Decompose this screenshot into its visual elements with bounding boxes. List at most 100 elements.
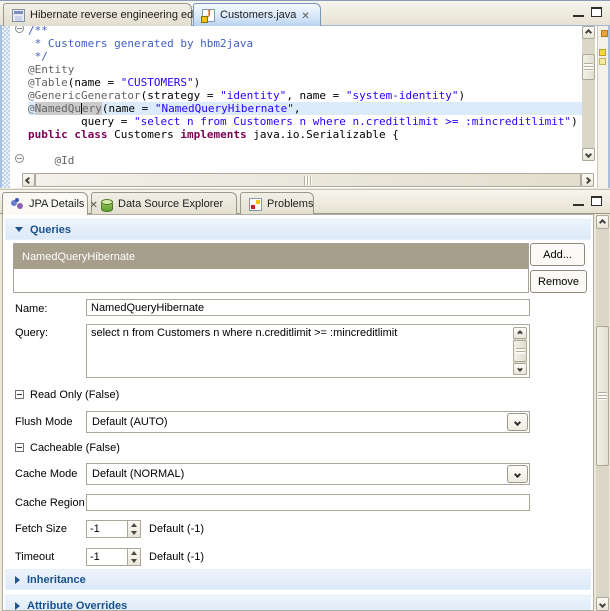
tab-label: Data Source Explorer <box>118 198 223 210</box>
tab-label: Customers.java <box>220 9 296 21</box>
problems-icon <box>249 198 262 211</box>
tab-label: Hibernate reverse engineering editor <box>30 9 209 21</box>
section-inheritance[interactable]: Inheritance <box>5 569 591 590</box>
minimize-icon[interactable] <box>573 196 584 206</box>
editor-left-margin <box>2 26 10 188</box>
chevron-down-icon[interactable] <box>507 413 528 431</box>
code-line[interactable]: query = "select n from Customers n where… <box>28 115 582 128</box>
editor-tab-bar: Hibernate reverse engineering editor Cus… <box>0 1 610 26</box>
code-line[interactable]: @Id <box>28 154 582 167</box>
cache-mode-label: Cache Mode <box>15 468 77 480</box>
cache-mode-combo[interactable]: Default (NORMAL) <box>86 463 530 485</box>
scroll-down-icon[interactable] <box>596 597 609 611</box>
jpa-details-view: Queries NamedQueryHibernate Add... Remov… <box>2 214 594 611</box>
timeout-input[interactable] <box>87 549 127 565</box>
code-line[interactable]: @Table(name = "CUSTOMERS") <box>28 76 582 89</box>
name-label: Name: <box>15 303 47 315</box>
maximize-icon[interactable] <box>591 7 602 17</box>
code-line[interactable]: @GenericGenerator(strategy = "identity",… <box>28 89 582 102</box>
fetch-size-default: Default (-1) <box>149 523 204 535</box>
code-line[interactable]: /** <box>28 26 582 37</box>
tab-jpa-details[interactable]: JPA Details <box>2 192 88 215</box>
spinner-arrows-icon[interactable] <box>127 549 140 565</box>
fold-collapse-icon[interactable] <box>15 26 24 33</box>
scrollbar-thumb[interactable] <box>35 173 581 187</box>
tab-label: Problems <box>267 198 313 210</box>
timeout-default: Default (-1) <box>149 551 204 563</box>
timeout-label: Timeout <box>15 551 54 563</box>
fetch-size-stepper[interactable] <box>86 520 141 538</box>
query-list-item[interactable]: NamedQueryHibernate <box>14 244 528 269</box>
scrollbar-thumb[interactable] <box>513 340 527 362</box>
minimize-icon[interactable] <box>573 7 584 17</box>
tab-hibernate-editor[interactable]: Hibernate reverse engineering editor <box>3 3 192 26</box>
tab-data-source-explorer[interactable]: Data Source Explorer <box>91 192 237 215</box>
editor-window-buttons <box>573 7 602 17</box>
chevron-down-icon[interactable] <box>507 465 528 483</box>
cache-region-input[interactable] <box>86 494 530 511</box>
tab-customers-java[interactable]: Customers.java <box>193 3 321 26</box>
name-input[interactable] <box>86 299 530 316</box>
maximize-icon[interactable] <box>591 196 602 206</box>
code-line[interactable]: @NamedQuery(name = "NamedQueryHibernate"… <box>28 102 582 115</box>
details-vertical-scrollbar[interactable] <box>596 215 609 611</box>
view-tab-bar: JPA Details Data Source Explorer Problem… <box>0 189 610 214</box>
scroll-down-icon[interactable] <box>582 148 595 161</box>
scroll-left-icon[interactable] <box>22 173 35 187</box>
flush-mode-combo[interactable]: Default (AUTO) <box>86 411 530 433</box>
section-attribute-overrides[interactable]: Attribute Overrides <box>5 595 591 611</box>
cacheable-label: Cacheable (False) <box>30 442 120 454</box>
annotation-marker-icon[interactable] <box>599 58 606 65</box>
code-lines[interactable]: /** * Customers generated by hbm2java */… <box>28 26 582 174</box>
scroll-up-icon[interactable] <box>513 327 527 339</box>
tab-problems[interactable]: Problems <box>240 192 314 215</box>
add-button[interactable]: Add... <box>530 243 585 266</box>
eclipse-window: Hibernate reverse engineering editor Cus… <box>0 0 610 610</box>
cacheable-twistie-icon[interactable] <box>15 443 24 452</box>
timeout-stepper[interactable] <box>86 548 141 566</box>
query-textarea[interactable]: select n from Customers n where n.credit… <box>86 324 530 378</box>
scroll-up-icon[interactable] <box>596 215 609 229</box>
combo-value: Default (NORMAL) <box>92 468 184 480</box>
hibernate-editor-icon <box>12 9 25 22</box>
code-line[interactable]: @Entity <box>28 63 582 76</box>
spinner-arrows-icon[interactable] <box>127 521 140 537</box>
view-window-buttons <box>573 196 602 206</box>
section-queries[interactable]: Queries <box>5 219 591 240</box>
query-scrollbar[interactable] <box>513 327 527 375</box>
scroll-down-icon[interactable] <box>513 363 527 375</box>
annotation-marker-icon[interactable] <box>601 30 608 37</box>
fetch-size-input[interactable] <box>87 521 127 537</box>
annotation-marker-icon[interactable] <box>599 49 606 56</box>
query-text: select n from Customers n where n.credit… <box>91 327 397 339</box>
java-editor: /** * Customers generated by hbm2java */… <box>0 26 610 188</box>
scroll-up-icon[interactable] <box>582 26 595 39</box>
close-tab-icon[interactable] <box>301 10 312 21</box>
query-list[interactable]: NamedQueryHibernate <box>13 243 529 293</box>
collapse-arrow-icon <box>15 227 23 232</box>
read-only-label: Read Only (False) <box>30 389 119 401</box>
data-source-explorer-icon <box>100 198 113 211</box>
scroll-right-icon[interactable] <box>581 173 594 187</box>
combo-value: Default (AUTO) <box>92 416 168 428</box>
java-file-icon <box>202 9 215 22</box>
code-line[interactable]: * Customers generated by hbm2java <box>28 37 582 50</box>
code-line[interactable]: */ <box>28 50 582 63</box>
remove-button[interactable]: Remove <box>530 270 587 293</box>
code-line[interactable]: public class Customers implements java.i… <box>28 128 582 141</box>
query-label: Query: <box>15 327 48 339</box>
editor-horizontal-scrollbar[interactable] <box>22 173 594 187</box>
code-line[interactable] <box>28 141 582 154</box>
read-only-twistie-icon[interactable] <box>15 390 24 399</box>
fold-gutter <box>10 26 28 171</box>
close-view-icon[interactable] <box>89 199 97 210</box>
overview-ruler <box>597 26 610 188</box>
cache-region-label: Cache Region <box>15 497 85 509</box>
editor-vertical-scrollbar[interactable] <box>582 26 595 161</box>
section-title: Queries <box>30 224 71 236</box>
tab-label: JPA Details <box>29 198 84 210</box>
scrollbar-thumb[interactable] <box>596 326 609 466</box>
fold-collapse-icon[interactable] <box>15 154 24 163</box>
scrollbar-thumb[interactable] <box>582 54 595 80</box>
expand-arrow-icon <box>15 576 20 584</box>
